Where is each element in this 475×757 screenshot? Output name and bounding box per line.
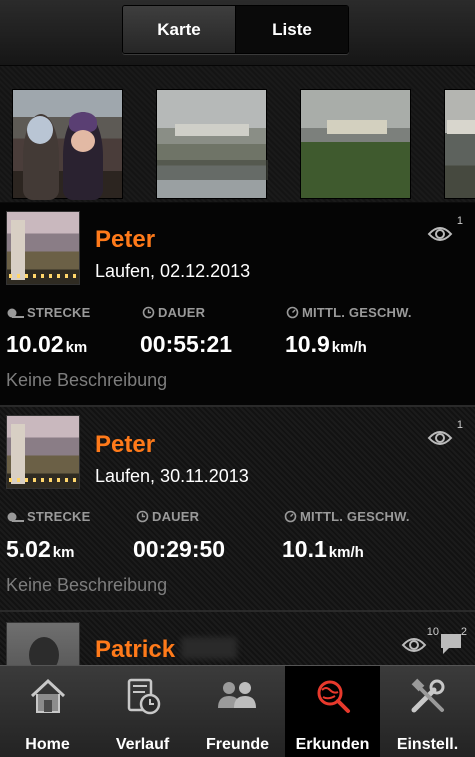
distance-value: 5.02 km <box>6 536 75 562</box>
photo-thumbnail[interactable] <box>12 89 123 200</box>
photo-strip <box>0 66 475 202</box>
nav-label: Home <box>25 736 70 753</box>
history-icon <box>127 678 160 715</box>
activity-card[interactable]: Peter Laufen, 02.12.2013 1 STRECKE 10.02… <box>0 203 475 407</box>
clock-icon <box>142 306 155 319</box>
nav-label: Verlauf <box>115 736 170 753</box>
settings-icon <box>411 678 444 713</box>
avatar[interactable] <box>6 622 80 665</box>
activity-description: Keine Beschreibung <box>6 370 168 390</box>
distance-label: STRECKE <box>6 305 91 320</box>
comment-count: 2 <box>460 626 467 638</box>
avatar[interactable] <box>6 415 80 489</box>
avg-speed-label: MITTL. GESCHW. <box>284 509 410 524</box>
view-toggle: Karte Liste <box>122 5 349 54</box>
avg-speed-label: MITTL. GESCHW. <box>286 305 412 320</box>
friends-icon <box>217 682 256 708</box>
nav-freunde[interactable]: Freunde <box>190 666 285 757</box>
activity-subtitle: Laufen, 30.11.2013 <box>95 466 249 486</box>
user-name[interactable]: Patrick <box>95 636 238 664</box>
activity-card[interactable]: Peter Laufen, 30.11.2013 1 STRECKE 5.02 k… <box>0 407 475 612</box>
duration-value: 00:55:21 <box>140 331 233 357</box>
top-bar: Karte Liste <box>0 0 475 66</box>
photo-thumbnail[interactable] <box>300 89 411 199</box>
speedometer-icon <box>284 510 297 523</box>
tab-karte[interactable]: Karte <box>123 6 236 53</box>
activity-card[interactable]: Patrick 10 2 <box>0 612 475 665</box>
photo-thumbnail[interactable] <box>444 89 475 199</box>
duration-value: 00:29:50 <box>133 536 226 562</box>
nav-einstellungen[interactable]: Einstell. <box>380 666 475 757</box>
nav-home[interactable]: Home <box>0 666 95 757</box>
activity-feed: Peter Laufen, 02.12.2013 1 STRECKE 10.02… <box>0 203 475 665</box>
photo-thumbnail[interactable] <box>156 89 268 199</box>
user-name[interactable]: Peter <box>95 226 155 254</box>
explore-icon <box>317 680 350 713</box>
distance-icon <box>7 512 24 522</box>
avatar[interactable] <box>6 211 80 285</box>
nav-label: Erkunden <box>295 736 370 753</box>
distance-icon <box>7 308 24 318</box>
speedometer-icon <box>286 306 299 319</box>
nav-erkunden[interactable]: Erkunden <box>285 666 380 757</box>
view-count: 10 <box>426 626 439 638</box>
nav-verlauf[interactable]: Verlauf <box>95 666 190 757</box>
avg-speed-value: 10.9 km/h <box>285 331 367 357</box>
blurred-surname <box>181 637 238 659</box>
nav-label: Einstell. <box>396 736 459 753</box>
clock-icon <box>136 510 149 523</box>
activity-description: Keine Beschreibung <box>6 575 168 595</box>
view-count: 1 <box>456 215 463 227</box>
activity-subtitle: Laufen, 02.12.2013 <box>95 261 251 281</box>
home-icon <box>30 678 65 713</box>
duration-label: DAUER <box>142 305 205 320</box>
distance-label: STRECKE <box>6 509 91 524</box>
nav-label: Freunde <box>205 736 270 753</box>
distance-value: 10.02 km <box>6 331 88 357</box>
view-count: 1 <box>456 419 463 431</box>
duration-label: DAUER <box>136 509 199 524</box>
tab-liste[interactable]: Liste <box>236 6 348 53</box>
bottom-nav: Home Verlauf Freunde Erkunden Einstell. <box>0 665 475 757</box>
user-name[interactable]: Peter <box>95 431 155 459</box>
avg-speed-value: 10.1 km/h <box>282 536 364 562</box>
